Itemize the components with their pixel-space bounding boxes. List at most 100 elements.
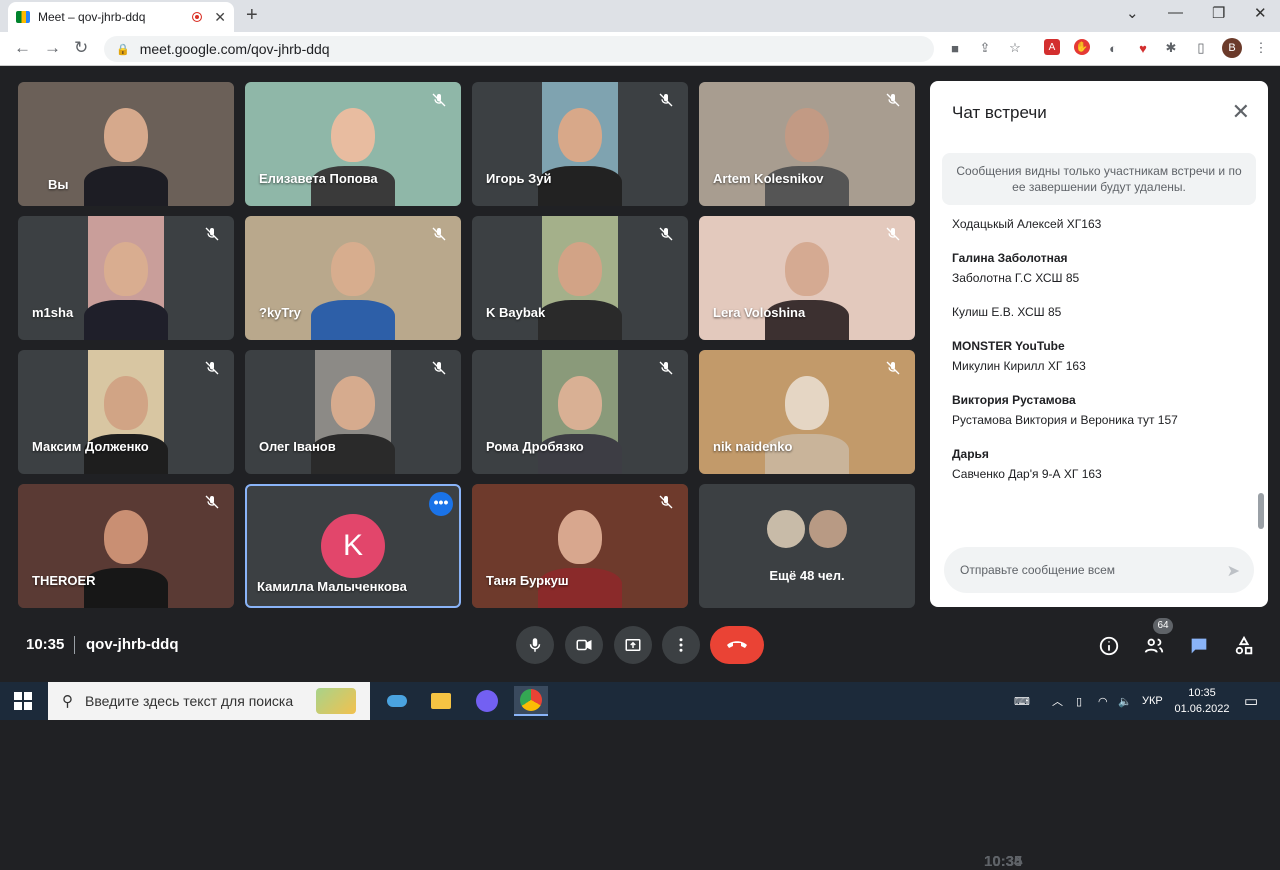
browser-tab[interactable]: Meet – qov-jhrb-ddq ✕	[8, 2, 234, 32]
participant-tile[interactable]: THEROER	[18, 484, 234, 608]
chat-time: 10:35	[984, 853, 1023, 870]
participant-video	[245, 216, 461, 340]
participant-name: m1sha	[32, 305, 74, 320]
share-icon[interactable]: ⇪	[976, 39, 994, 57]
taskbar-search-box[interactable]: ⚲ Введите здесь текст для поиска	[48, 682, 370, 720]
tile-more-options-button[interactable]: •••	[429, 492, 453, 516]
chat-message-text: Ходацькый Алексей ХГ163	[952, 217, 1102, 231]
camera-icon[interactable]: ■	[946, 39, 964, 57]
more-participants-tile[interactable]: Ещё 48 чел.	[699, 484, 915, 608]
activities-icon[interactable]	[1232, 634, 1256, 658]
chat-message-text: Заболотна Г.С ХСШ 85	[952, 271, 1080, 285]
meet-favicon-icon	[16, 11, 30, 23]
mic-off-icon	[204, 360, 222, 378]
participant-tile[interactable]: Игорь Зуй	[472, 82, 688, 206]
chat-message: Дарья 10:35 Савченко Дар'я 9-А ХГ 163	[952, 447, 1252, 870]
mic-off-icon	[431, 92, 449, 110]
new-tab-button[interactable]: +	[246, 4, 258, 27]
profile-avatar[interactable]: B	[1222, 38, 1242, 58]
participant-face	[785, 376, 829, 430]
show-hidden-icons[interactable]: ︿	[1052, 682, 1063, 720]
microphone-button[interactable]	[516, 626, 554, 664]
reload-button[interactable]: ↻	[74, 38, 88, 58]
extensions-puzzle-icon[interactable]: ✱	[1162, 39, 1180, 57]
recording-indicator-icon	[192, 12, 203, 22]
participant-tile[interactable]: Елизавета Попова	[245, 82, 461, 206]
wifi-icon[interactable]: ◠	[1098, 682, 1108, 720]
mic-off-icon	[658, 226, 676, 244]
chrome-icon	[520, 689, 542, 711]
adblock-extension-icon[interactable]: ✋	[1074, 39, 1090, 55]
participant-video	[311, 350, 395, 474]
bookmark-star-icon[interactable]: ☆	[1006, 39, 1024, 57]
meeting-time: 10:35	[26, 636, 65, 653]
participant-video	[245, 82, 461, 206]
mic-off-icon	[658, 494, 676, 512]
participant-name: THEROER	[32, 573, 96, 588]
notifications-icon[interactable]: ▭	[1244, 682, 1258, 720]
url-bar[interactable]: 🔒 meet.google.com/qov-jhrb-ddq	[104, 36, 934, 62]
people-icon[interactable]	[1142, 634, 1166, 658]
chat-message-header: Галина Заболотная 10:34	[952, 251, 1252, 870]
pocket-extension-icon[interactable]: ♥	[1134, 39, 1152, 57]
leave-call-button[interactable]	[710, 626, 764, 664]
participant-tile[interactable]: ?kyTry	[245, 216, 461, 340]
participant-tile[interactable]: Artem Kolesnikov	[699, 82, 915, 206]
participant-face	[558, 108, 602, 162]
forward-button[interactable]: →	[44, 38, 61, 58]
taskbar-app-chrome[interactable]	[514, 686, 548, 716]
participant-video	[84, 350, 168, 474]
taskbar-app-explorer[interactable]	[424, 686, 458, 716]
video-camera-icon	[576, 639, 592, 651]
participant-tile[interactable]: K ••• Камилла Малыченкова	[245, 484, 461, 608]
tab-search-chevron-icon[interactable]: ⌄	[1126, 4, 1139, 22]
volume-icon[interactable]: 🔈	[1118, 682, 1132, 720]
keyboard-icon[interactable]: ⌨	[1014, 682, 1030, 720]
battery-icon[interactable]: ▯	[1076, 682, 1082, 720]
taskbar-app-viber[interactable]	[470, 686, 504, 716]
more-options-button[interactable]	[662, 626, 700, 664]
participant-tile[interactable]: Рома Дробязко	[472, 350, 688, 474]
chat-message: MONSTER YouTube 10:34 Микулин Кирилл ХГ 16…	[952, 339, 1252, 870]
minimize-button[interactable]: —	[1168, 4, 1183, 21]
participant-face	[785, 242, 829, 296]
send-icon[interactable]: ➤	[1227, 561, 1240, 581]
present-screen-button[interactable]	[614, 626, 652, 664]
participant-face	[331, 242, 375, 296]
divider	[74, 636, 75, 654]
side-panel-icon[interactable]: ▯	[1192, 39, 1210, 57]
windows-start-icon[interactable]	[14, 692, 32, 710]
taskbar-app-onedrive[interactable]	[380, 686, 414, 716]
pdf-extension-icon[interactable]: A	[1044, 39, 1060, 55]
maximize-button[interactable]: ❐	[1212, 4, 1225, 22]
participant-video	[699, 350, 915, 474]
language-indicator[interactable]: УКР	[1142, 682, 1163, 720]
chat-message-text: Рустамова Виктория и Вероника тут 157	[952, 413, 1178, 427]
participant-tile[interactable]: m1sha	[18, 216, 234, 340]
close-window-button[interactable]: ✕	[1254, 4, 1267, 22]
close-tab-icon[interactable]: ✕	[214, 9, 226, 26]
system-clock[interactable]: 10:35 01.06.2022	[1170, 685, 1234, 717]
participant-tile[interactable]: Таня Буркуш	[472, 484, 688, 608]
camera-button[interactable]	[565, 626, 603, 664]
participant-figure	[84, 568, 168, 608]
participant-tile[interactable]: Вы	[18, 82, 234, 206]
participant-tile[interactable]: Олег Іванов	[245, 350, 461, 474]
extension-icon[interactable]: ◐	[1104, 39, 1122, 57]
chat-scrollbar[interactable]	[1258, 493, 1264, 529]
meeting-details-icon[interactable]	[1097, 634, 1121, 658]
close-chat-icon[interactable]: ✕	[1232, 99, 1250, 125]
mic-off-icon	[658, 360, 676, 378]
browser-menu-icon[interactable]: ⋮	[1252, 39, 1270, 57]
back-button[interactable]: ←	[14, 38, 31, 58]
participant-face	[785, 108, 829, 162]
participant-tile[interactable]: Максим Долженко	[18, 350, 234, 474]
participant-tile[interactable]: Lera Voloshina	[699, 216, 915, 340]
chat-message-input[interactable]	[960, 563, 1200, 577]
participant-face	[331, 376, 375, 430]
mic-off-icon	[431, 360, 449, 378]
participant-tile[interactable]: K Baybak	[472, 216, 688, 340]
onedrive-icon	[387, 695, 407, 707]
chat-icon[interactable]	[1187, 634, 1211, 658]
participant-tile[interactable]: nik naidenko	[699, 350, 915, 474]
